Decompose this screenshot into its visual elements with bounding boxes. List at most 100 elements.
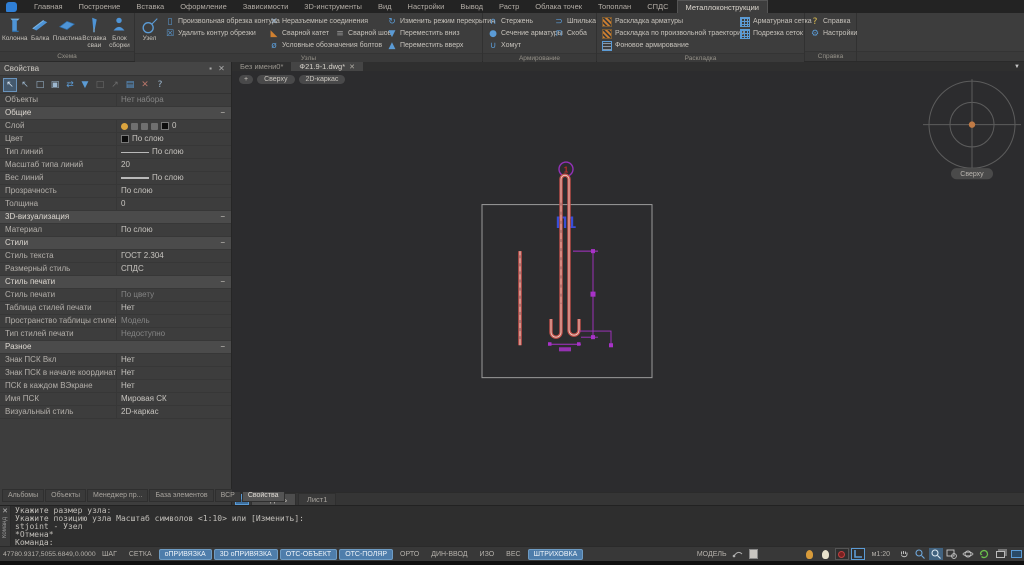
layer-plot-icon[interactable] (151, 122, 158, 130)
ribbon-item-crop-contour[interactable]: ▯ Произвольная обрезка контура (165, 16, 280, 27)
pin-icon[interactable]: ▪ (205, 64, 216, 73)
ribbon-item-delete-crop[interactable]: ☒ Удалить контур обрезки (165, 28, 263, 39)
clear-icon[interactable]: ✕ (138, 78, 152, 92)
toggle-ves[interactable]: ВЕС (501, 550, 525, 559)
prop-value[interactable]: Мировая СК (116, 393, 231, 405)
tab-3d-instrumenty[interactable]: 3D-инструменты (296, 0, 370, 13)
prop-value[interactable]: 20 (116, 159, 231, 171)
tab-albomy[interactable]: Альбомы (2, 489, 45, 502)
rebar-bent[interactable] (549, 173, 581, 339)
section-3d-visualization[interactable]: 3D-визуализация (0, 211, 231, 224)
toggle-ots-obekt[interactable]: ОТС-ОБЪЕКТ (279, 548, 338, 560)
lightbulb-cursor-icon[interactable] (803, 548, 817, 560)
viewports-icon[interactable] (993, 548, 1007, 560)
tab-obekty[interactable]: Объекты (45, 489, 87, 502)
ribbon-item-change-overlap-mode[interactable]: ↻ Изменить режим перекрытия (387, 16, 495, 27)
ribbon-item-podrezka-setok[interactable]: Подрезка сеток (740, 28, 803, 39)
paper-icon[interactable] (747, 548, 761, 560)
tab-menedzher[interactable]: Менеджер пр... (87, 489, 149, 502)
viewport-view-button[interactable]: Сверху (257, 75, 295, 84)
prop-value[interactable]: 0 (116, 198, 231, 210)
tab-spds[interactable]: СПДС (639, 0, 676, 13)
copy-properties-icon[interactable]: ▤ (123, 78, 137, 92)
ribbon-item-weld-seam[interactable]: ≡ Сварной шов (335, 28, 391, 39)
prop-value[interactable]: По слою (116, 172, 231, 184)
app-logo[interactable] (0, 0, 26, 13)
tab-topoplan[interactable]: Топоплан (590, 0, 639, 13)
viewport-add-button[interactable]: + (239, 75, 254, 84)
prop-value[interactable]: 0 (116, 120, 231, 132)
collapse-icon[interactable] (220, 341, 225, 353)
section-raznoe[interactable]: Разное (0, 341, 231, 354)
toggle-shtrikhovka[interactable]: ШТРИХОВКА (527, 548, 584, 560)
ribbon-item-permanent-joints[interactable]: ✕ Неразъемные соединения (269, 16, 381, 27)
fullscreen-icon[interactable] (1009, 548, 1023, 560)
ribbon-item-raskladka-po-traektorii[interactable]: Раскладка по произвольной траектории (602, 28, 745, 39)
swap-selection-icon[interactable]: ⇄ (63, 78, 77, 92)
layer-on-icon[interactable] (121, 122, 128, 130)
tab-zavisimosti[interactable]: Зависимости (235, 0, 297, 13)
prop-value[interactable]: По слою (116, 146, 231, 158)
prop-value[interactable]: По слою (116, 185, 231, 197)
collapse-icon[interactable] (220, 276, 225, 288)
ribbon-item-bolt-symbols[interactable]: ø Условные обозначения болтов (269, 40, 382, 51)
layer-freeze-icon[interactable] (131, 122, 138, 130)
toggle-oprivyazka[interactable]: оПРИВЯЗКА (158, 548, 212, 560)
prop-value[interactable]: ГОСТ 2.304 (116, 250, 231, 262)
tab-rastr[interactable]: Растр (491, 0, 527, 13)
toggle-setka[interactable]: СЕТКА (124, 550, 157, 559)
ruler-icon[interactable] (850, 548, 865, 560)
rect-select-icon[interactable]: □ (33, 78, 47, 92)
prop-value[interactable]: Нет (116, 302, 231, 314)
tab-oblaka-tochek[interactable]: Облака точек (527, 0, 590, 13)
toggle-izo[interactable]: ИЗО (475, 550, 500, 559)
prop-value[interactable]: СПДС (116, 263, 231, 275)
section-stili[interactable]: Стили (0, 237, 231, 250)
ribbon-item-nastroyki[interactable]: ⚙ Настройки (810, 28, 857, 39)
tab-glavnaya[interactable]: Главная (26, 0, 71, 13)
ribbon-item-armaturnaya-setka[interactable]: Арматурная сетка (740, 16, 812, 27)
navigation-compass[interactable]: Сверху (923, 79, 1021, 180)
tab-oformlenie[interactable]: Оформление (172, 0, 235, 13)
ribbon-item-weld-leg[interactable]: ◣ Сварной катет (269, 28, 330, 39)
prop-value[interactable]: Нет (116, 380, 231, 392)
tab-vstavka[interactable]: Вставка (128, 0, 172, 13)
ribbon-item-shpilka[interactable]: ⊃ Шпилька (554, 16, 596, 27)
compass-center-dot[interactable] (968, 121, 976, 128)
prop-value[interactable]: По слою (116, 133, 231, 145)
match-props-icon[interactable]: ↗ (108, 78, 122, 92)
lightbulb-icon[interactable] (819, 548, 833, 560)
ribbon-item-move-up[interactable]: ▲ Переместить вверх (387, 40, 477, 51)
prop-value[interactable]: Нет (116, 367, 231, 379)
doc-tab-active[interactable]: Ф21.9-1.dwg* ✕ (291, 62, 363, 71)
collapse-icon[interactable] (220, 107, 225, 119)
viewport-style-button[interactable]: 2D-каркас (298, 75, 346, 84)
layer-color-swatch[interactable] (161, 122, 169, 130)
color-swatch[interactable] (121, 135, 129, 143)
ribbon-item-raskladka-armatury[interactable]: Раскладка арматуры (602, 16, 734, 27)
rect-select-all-icon[interactable]: ▣ (48, 78, 62, 92)
quick-select-icon[interactable]: □ (93, 78, 107, 92)
doc-tab-unnamed[interactable]: Без имени0* (232, 62, 291, 71)
prop-value[interactable]: Нет набора (116, 94, 231, 106)
toggle-din-vvod[interactable]: ДИН-ВВОД (426, 550, 472, 559)
ucs-indicator-icon[interactable] (834, 548, 849, 560)
collapse-icon[interactable] (220, 211, 225, 223)
close-icon[interactable]: ✕ (216, 64, 227, 73)
plate-button[interactable]: Пластина (53, 14, 82, 51)
ribbon-item-move-down[interactable]: ▼ Переместить вниз (387, 28, 477, 39)
prop-value[interactable]: 2D-каркас (116, 406, 231, 418)
toggle-ots-polyar[interactable]: ОТС-ПОЛЯР (339, 548, 394, 560)
assembly-block-button[interactable]: Блок сборки (107, 14, 132, 51)
select-add-icon[interactable]: ↖ (3, 77, 17, 92)
column-button[interactable]: Колонна (2, 14, 28, 51)
section-stil-pechati[interactable]: Стиль печати (0, 276, 231, 289)
toggle-3d-oprivyazka[interactable]: 3D оПРИВЯЗКА (213, 548, 278, 560)
drawing-canvas[interactable]: + Сверху 2D-каркас Сверху 1 П1 (232, 71, 1024, 492)
tab-nastroyki[interactable]: Настройки (400, 0, 453, 13)
tab-vid[interactable]: Вид (370, 0, 400, 13)
pan-icon[interactable] (897, 548, 911, 560)
insert-pile-button[interactable]: Вставка сваи (82, 14, 107, 51)
node-button[interactable]: Узел (137, 14, 162, 53)
tab-metallokonstrukcii[interactable]: Металлоконструкции (676, 0, 768, 13)
